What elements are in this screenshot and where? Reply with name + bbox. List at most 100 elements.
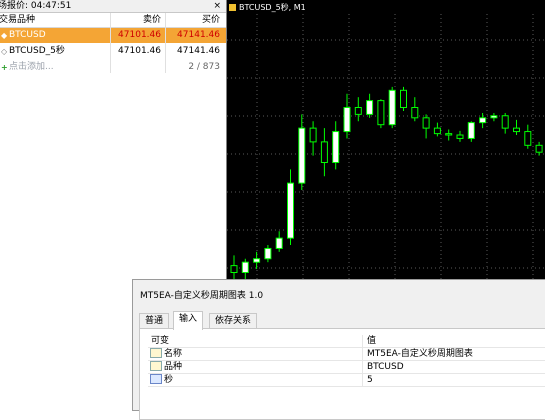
candle-body <box>298 127 306 184</box>
candle <box>400 86 407 111</box>
candle-body <box>343 107 351 133</box>
candle-body <box>264 247 272 260</box>
param-value[interactable]: 5 <box>367 374 373 386</box>
candle-body <box>422 117 430 129</box>
market-watch-header: 交易品种 卖价 买价 <box>0 13 226 28</box>
variable-column-header: 可变 <box>151 336 170 346</box>
candle-body <box>445 133 453 136</box>
candle <box>479 113 487 129</box>
column-divider <box>165 13 166 73</box>
candle <box>366 93 374 118</box>
symbol-name: BTCUSD <box>9 30 46 40</box>
candle <box>411 97 419 122</box>
candle-body <box>230 265 238 273</box>
market-watch-titlebar: 场报价: 04:47:51 × <box>0 0 226 13</box>
candle-body <box>320 141 328 163</box>
candle <box>275 231 283 252</box>
close-icon[interactable]: × <box>213 0 221 12</box>
candle <box>456 130 464 142</box>
param-name: 名称 <box>164 349 183 359</box>
symbol-diamond-icon: ◆ <box>1 31 8 40</box>
plus-icon: + <box>1 63 8 72</box>
candle-body <box>501 115 509 129</box>
candle <box>490 113 498 122</box>
candle-body <box>332 131 340 163</box>
abc-icon <box>150 361 162 371</box>
candle-body <box>275 237 283 249</box>
candle <box>354 97 362 122</box>
candle <box>524 124 532 149</box>
candle-body <box>433 127 441 135</box>
chart-title: BTCUSD_5秒, M1 <box>229 2 306 13</box>
param-name: 秒 <box>164 375 174 385</box>
candle <box>332 121 340 170</box>
inputs-table-header: 可变 值 <box>148 335 545 348</box>
ask-price: 47141.46 <box>177 30 220 40</box>
candle-body <box>400 89 407 108</box>
symbol-row-btcusd-5s[interactable]: ◇ BTCUSD_5秒 47101.46 47141.46 <box>0 44 226 59</box>
candle-body <box>456 134 464 139</box>
candle <box>253 251 261 270</box>
column-header-bid[interactable]: 卖价 <box>143 13 161 27</box>
candle-body <box>524 131 532 146</box>
param-value[interactable]: BTCUSD <box>367 361 404 373</box>
candle <box>445 129 453 141</box>
ask-price: 47141.46 <box>177 46 220 56</box>
tab-general[interactable]: 普通 <box>139 313 170 329</box>
candle <box>501 113 509 134</box>
param-row[interactable]: 秒 5 <box>148 374 545 387</box>
add-symbol-row[interactable]: + 点击添加... 2 / 873 <box>0 60 226 75</box>
candle-body <box>388 89 396 126</box>
market-watch-title: 场报价: 04:47:51 <box>0 1 72 11</box>
candle-body <box>479 117 487 124</box>
symbol-diamond-icon: ◇ <box>1 47 8 56</box>
candle-body <box>287 182 294 239</box>
candle-body <box>411 107 419 119</box>
candle <box>377 99 385 129</box>
symbol-count: 2 / 873 <box>188 62 220 72</box>
candle <box>388 86 396 129</box>
column-header-ask[interactable]: 买价 <box>202 13 220 27</box>
candle-body <box>309 127 317 143</box>
column-header-symbol[interactable]: 交易品种 <box>0 13 35 27</box>
chart-title-text: BTCUSD_5秒, M1 <box>239 3 306 12</box>
candle-body <box>253 258 261 263</box>
bid-price: 47101.46 <box>118 30 161 40</box>
tab-inputs[interactable]: 输入 <box>173 311 204 330</box>
candle <box>343 93 351 139</box>
candle <box>535 141 543 156</box>
candle-body <box>354 107 362 115</box>
dialog-title: MT5EA-自定义秒周期图表 1.0 <box>140 291 264 301</box>
column-divider <box>110 13 111 73</box>
param-name: 品种 <box>164 362 183 372</box>
candle <box>287 169 294 245</box>
candle <box>264 245 272 263</box>
add-symbol-label: 点击添加... <box>9 62 54 72</box>
chart-window-icon <box>229 4 236 11</box>
bid-price: 47101.46 <box>118 46 161 56</box>
candle-body <box>467 122 475 139</box>
candle <box>467 121 475 142</box>
candle <box>241 258 249 280</box>
candle <box>298 114 306 190</box>
ea-properties-dialog: MT5EA-自定义秒周期图表 1.0 普通 输入 依存关系 可变 值 名称 MT… <box>132 279 545 420</box>
value-column-header: 值 <box>367 336 377 346</box>
inputs-pane: 可变 值 名称 MT5EA-自定义秒周期图表 品种 BTCUSD 秒 5 <box>139 328 545 420</box>
123-icon <box>150 374 162 384</box>
candle-body <box>513 127 520 133</box>
candle-body <box>535 144 543 153</box>
candle-body <box>241 261 249 273</box>
candle <box>309 121 317 156</box>
candle <box>422 114 430 139</box>
candle-body <box>490 115 498 119</box>
param-value[interactable]: MT5EA-自定义秒周期图表 <box>367 348 473 360</box>
param-row[interactable]: 品种 BTCUSD <box>148 361 545 374</box>
abc-icon <box>150 348 162 358</box>
param-row[interactable]: 名称 MT5EA-自定义秒周期图表 <box>148 348 545 361</box>
symbol-name: BTCUSD_5秒 <box>9 46 65 56</box>
candle <box>433 122 441 137</box>
tab-dependencies[interactable]: 依存关系 <box>209 313 258 329</box>
candle <box>513 119 520 135</box>
symbol-row-btcusd[interactable]: ◆ BTCUSD 47101.46 47141.46 <box>0 28 226 43</box>
candle-body <box>377 100 385 126</box>
